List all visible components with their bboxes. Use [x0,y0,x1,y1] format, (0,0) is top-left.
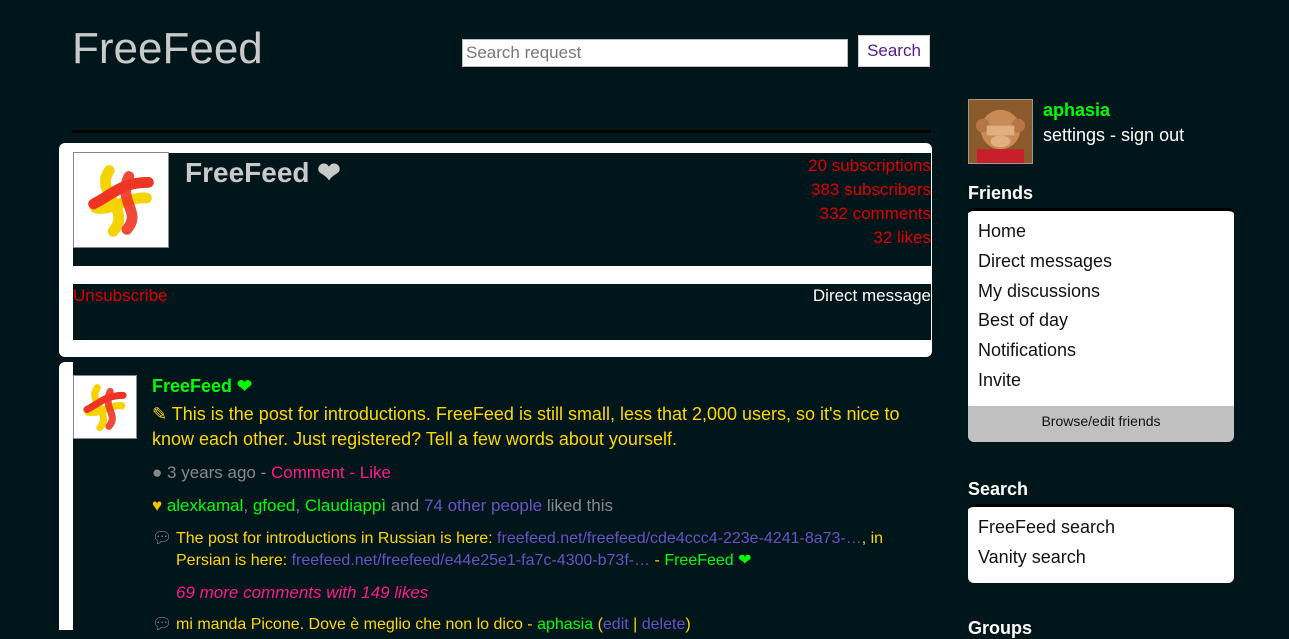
post-border [59,362,73,630]
site-logo[interactable]: FreeFeed [72,24,263,74]
liker-link[interactable]: gfoed [253,496,296,515]
pencil-icon: ✎ [152,404,168,424]
search-button[interactable]: Search [858,35,930,67]
comment-text: The post for introductions in Russian is… [176,530,498,547]
edit-comment-link[interactable]: edit [603,616,629,633]
liker-link[interactable]: Claudiappì [305,496,386,515]
unsubscribe-link[interactable]: Unsubscribe [73,286,168,306]
post-author-link[interactable]: FreeFeed ❤ [152,376,252,397]
sidebar-item-my-discussions[interactable]: My discussions [978,277,1224,307]
liker-link[interactable]: alexkamal [167,496,244,515]
sidebar-item-direct-messages[interactable]: Direct messages [978,247,1224,277]
search-heading: Search [968,479,1029,499]
more-comments-link[interactable]: 69 more comments with 149 likes [176,583,428,603]
profile-stats: 20 subscriptions 383 subscribers 332 com… [808,154,931,250]
comment: 💬︎ mi manda Picone. Dove è meglio che no… [152,614,932,636]
sidebar-item-notifications[interactable]: Notifications [978,336,1224,366]
separator: - [522,616,538,633]
like-link[interactable]: Like [360,463,391,482]
comments-link[interactable]: 332 comments [808,202,932,226]
post-body: ✎ This is the post for introductions. Fr… [152,402,932,452]
profile-name: FreeFeed ❤ [185,157,341,188]
settings-link[interactable]: settings [1043,125,1105,145]
search-menu: FreeFeed search Vanity search [968,504,1234,583]
comment: 💬︎ The post for introductions in Russian… [152,528,932,572]
comment-link-russian[interactable]: freefeed.net/freefeed/cde4ccc4-223e-4241… [497,530,862,547]
sign-out-link[interactable]: sign out [1121,125,1184,145]
sidebar-item-home[interactable]: Home [978,217,1224,247]
likes-line: ♥ alexkamal, gfoed, Claudiappì and 74 ot… [152,496,613,515]
comment-text: mi manda Picone. Dove è meglio che non l… [176,616,523,633]
subscribers-link[interactable]: 383 subscribers [808,178,931,202]
direct-message-link[interactable]: Direct message [813,286,931,306]
likes-and: and [390,496,420,515]
other-likers-link[interactable]: 74 other people [424,496,542,515]
friends-heading: Friends [968,183,1034,203]
sidebar-item-freefeed-search[interactable]: FreeFeed search [978,513,1224,543]
subscriptions-link[interactable]: 20 subscriptions [808,154,931,178]
profile-actions [73,284,931,340]
post-text: This is the post for introductions. Free… [152,404,900,449]
paren: ) [685,616,691,633]
friends-menu: Home Direct messages My discussions Best… [968,208,1234,406]
likes-tail: liked this [546,496,613,515]
post-meta: ● 3 years ago - Comment - Like [152,463,391,483]
freefeed-logo-icon [73,152,169,248]
user-links: settings - sign out [1043,125,1184,146]
post-author-avatar[interactable] [73,375,137,439]
comment-link-persian[interactable]: freefeed.net/freefeed/e44e25e1-fa7c-4300… [292,552,650,569]
separator: - [255,463,271,482]
search-input[interactable] [462,39,848,67]
separator: - [344,463,360,482]
comment-link[interactable]: Comment [271,463,345,482]
post-timestamp[interactable]: 3 years ago [167,463,256,482]
comment-bubble-icon: 💬︎ [152,616,173,633]
sidebar-item-best-of-day[interactable]: Best of day [978,306,1224,336]
heart-icon: ♥ [152,496,163,515]
divider [72,130,931,133]
sidebar-item-invite[interactable]: Invite [978,366,1224,396]
comment-author-link[interactable]: aphasia [537,616,593,633]
separator: - [1105,125,1122,145]
comment-bubble-icon: 💬︎ [152,530,173,547]
globe-icon: ● [152,463,163,482]
groups-heading: Groups [968,618,1033,638]
sidebar-item-vanity-search[interactable]: Vanity search [978,543,1224,573]
separator: - [650,552,665,569]
browse-friends-button[interactable]: Browse/edit friends [968,406,1234,442]
separator: | [628,616,642,633]
comment-author-link[interactable]: FreeFeed ❤ [664,552,751,569]
delete-comment-link[interactable]: delete [642,616,686,633]
likes-link[interactable]: 32 likes [808,226,931,250]
user-avatar[interactable] [968,99,1033,164]
paren: ( [593,616,603,633]
username-link[interactable]: aphasia [1043,100,1110,121]
